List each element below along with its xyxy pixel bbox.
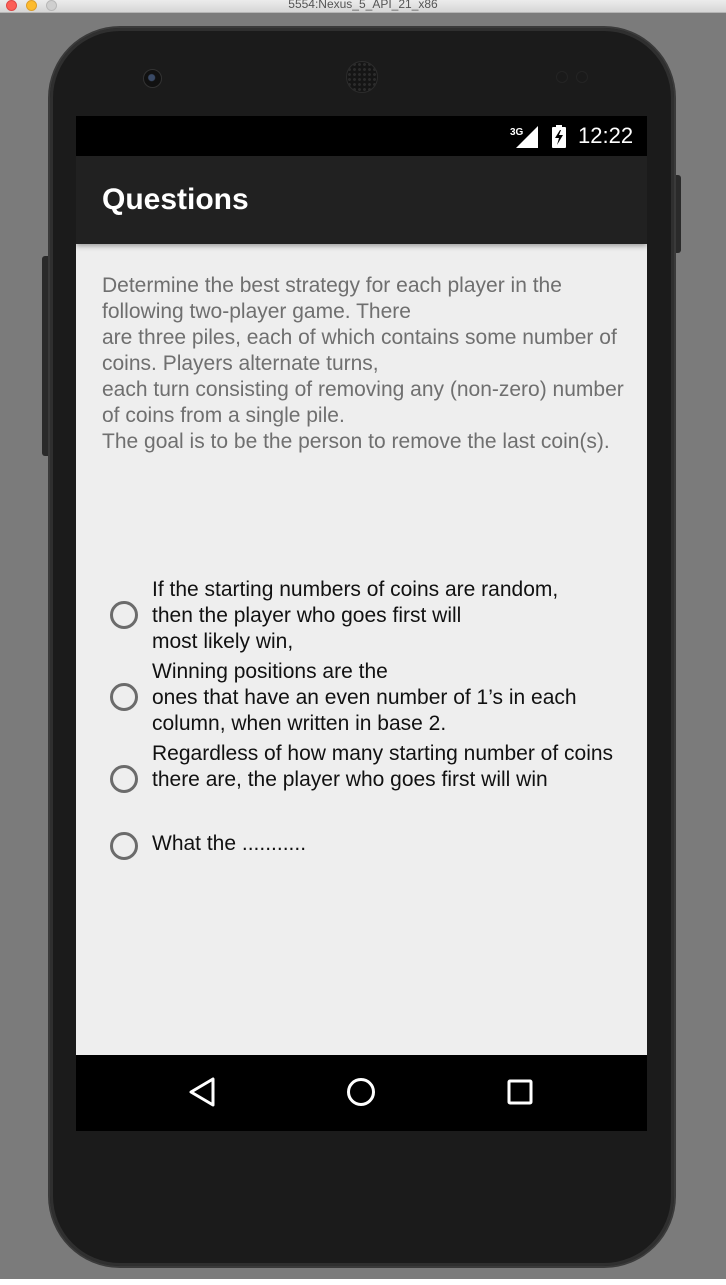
network-type-label: 3G (510, 127, 524, 138)
radio-button[interactable] (110, 683, 138, 711)
front-camera (143, 69, 162, 88)
answer-option-label: If the starting numbers of coins are ran… (152, 578, 559, 653)
back-triangle-icon[interactable] (183, 1074, 223, 1110)
question-text: Determine the best strategy for each pla… (102, 274, 624, 453)
emulator-title-bar: 5554:Nexus_5_API_21_x86 (0, 0, 726, 13)
radio-button[interactable] (110, 601, 138, 629)
power-button[interactable] (674, 175, 681, 253)
home-circle-icon[interactable] (341, 1074, 381, 1110)
light-sensor (576, 71, 588, 83)
signal-icon: 3G (510, 126, 538, 148)
page-title: Questions (102, 183, 249, 216)
status-clock: 12:22 (578, 123, 634, 148)
phone-screen: 3G 12:22 Questions Determine the best st… (76, 116, 647, 1131)
battery-charging-icon (552, 125, 566, 148)
earpiece-speaker (346, 61, 378, 93)
answer-option-label: What the ........... (152, 832, 307, 855)
navigation-bar (76, 1055, 647, 1131)
volume-button[interactable] (42, 256, 50, 456)
answer-option-label: Winning positions are the ones that have… (152, 660, 577, 735)
desktop-background-strip (0, 1279, 726, 1285)
emulator-window-title: 5554:Nexus_5_API_21_x86 (288, 0, 438, 11)
recents-square-icon[interactable] (500, 1074, 540, 1110)
app-bar: Questions (76, 156, 647, 244)
radio-button[interactable] (110, 765, 138, 793)
answer-option-label: Regardless of how many starting number o… (152, 742, 614, 791)
proximity-sensor (556, 71, 568, 83)
radio-button[interactable] (110, 832, 138, 860)
status-bar: 3G 12:22 (76, 116, 647, 156)
